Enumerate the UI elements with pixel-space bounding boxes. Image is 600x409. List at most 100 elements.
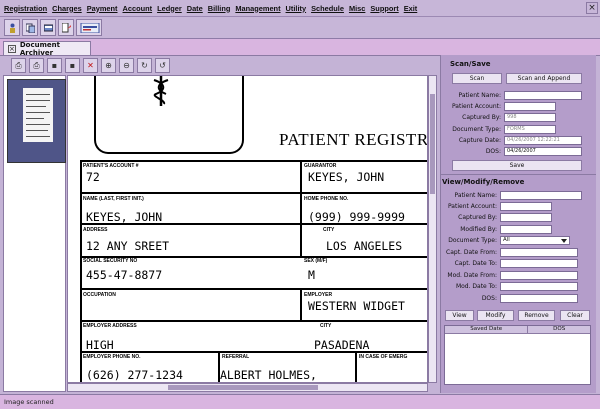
- rotate-left-icon[interactable]: ↺: [155, 57, 170, 73]
- capt-date-from-input[interactable]: [500, 248, 578, 257]
- document-type-label: Document Type:: [452, 126, 501, 133]
- batch-icon-glyph: [44, 24, 53, 32]
- menu-support[interactable]: Support: [370, 4, 398, 13]
- menu-payment[interactable]: Payment: [87, 4, 118, 13]
- charges-icon[interactable]: [22, 19, 38, 36]
- print-icon[interactable]: ⎙: [29, 57, 44, 73]
- menu-ledger[interactable]: Ledger: [157, 4, 182, 13]
- menu-schedule[interactable]: Schedule: [311, 4, 344, 13]
- status-text: Image scanned: [4, 398, 54, 406]
- captured-by-label: Captured By:: [462, 114, 501, 121]
- vm-captured-by-label: Captured By:: [458, 214, 497, 221]
- document-icon-glyph: [62, 23, 71, 33]
- print-icon[interactable]: [76, 19, 102, 36]
- vm-document-type-label: Document Type:: [448, 237, 497, 244]
- scan-button[interactable]: Scan: [452, 73, 502, 84]
- zoom-in-icon[interactable]: ⊕: [101, 57, 116, 73]
- scroll-thumb[interactable]: [430, 94, 435, 194]
- employer-value: WESTERN WIDGET: [308, 299, 405, 313]
- save-icon[interactable]: ▪: [47, 57, 62, 73]
- capture-date-label: Capture Date:: [458, 137, 501, 144]
- modify-button[interactable]: Modify: [477, 310, 514, 321]
- scroll-thumb[interactable]: [168, 385, 318, 390]
- vm-patient-account-input[interactable]: [500, 202, 552, 211]
- zoom-out-icon[interactable]: ⊖: [119, 57, 134, 73]
- employer-label: EMPLOYER: [304, 292, 333, 298]
- batch-icon[interactable]: [40, 19, 56, 36]
- close-tab-icon[interactable]: ×: [8, 44, 16, 53]
- menu-misc[interactable]: Misc: [349, 4, 365, 13]
- print-icon-glyph: [80, 23, 100, 33]
- viewer-toolbar: ⎙ ⎙ ▪ ▪ ✕ ⊕ ⊖ ↻ ↺: [3, 56, 435, 74]
- window-close-button[interactable]: ×: [586, 2, 598, 14]
- address-value: 12 ANY SREET: [86, 239, 170, 253]
- tab-document-archiver[interactable]: × Document Archiver: [3, 41, 91, 57]
- captured-by-input[interactable]: 998: [504, 113, 556, 122]
- form-rule: [80, 320, 427, 322]
- account-value: 72: [86, 170, 100, 184]
- page-thumbnail[interactable]: [7, 79, 66, 163]
- vm-captured-by-input[interactable]: [500, 213, 552, 222]
- form-rule: [80, 160, 82, 382]
- capt-date-to-label: Capt. Date To:: [454, 260, 497, 267]
- column-header-dos[interactable]: DOS: [528, 326, 590, 333]
- results-header: Saved Date DOS: [445, 326, 590, 334]
- patient-name-input[interactable]: [504, 91, 582, 100]
- thumbnail-panel[interactable]: [3, 75, 66, 392]
- results-table[interactable]: Saved Date DOS: [444, 325, 591, 385]
- ssn-label: SOCIAL SECURITY NO: [83, 258, 138, 264]
- menu-charges[interactable]: Charges: [52, 4, 82, 13]
- menu-exit[interactable]: Exit: [404, 4, 418, 13]
- vm-document-type-select[interactable]: All: [500, 236, 570, 245]
- guarantor-value: KEYES, JOHN: [308, 170, 385, 184]
- mod-date-from-input[interactable]: [500, 271, 578, 280]
- address-label: ADDRESS: [83, 227, 108, 233]
- occupation-label: OCCUPATION: [83, 292, 116, 298]
- dos-input[interactable]: 04/26/2007: [504, 147, 582, 156]
- rotate-right-icon[interactable]: ↻: [137, 57, 152, 73]
- form-rule: [300, 288, 302, 320]
- document-viewer[interactable]: PATIENT REGISTR PATIENT'S ACCOUNT # 72 G…: [67, 75, 428, 383]
- clear-button[interactable]: Clear: [560, 310, 590, 321]
- capt-date-from-label: Capt. Date From:: [446, 249, 497, 256]
- vm-document-type-value: All: [503, 237, 510, 243]
- patient-icon[interactable]: [4, 19, 20, 36]
- view-button[interactable]: View: [445, 310, 474, 321]
- form-rule: [80, 192, 427, 194]
- menu-date[interactable]: Date: [187, 4, 203, 13]
- scan-icon[interactable]: ⎙: [11, 57, 26, 73]
- viewer-vertical-scrollbar[interactable]: [428, 75, 437, 383]
- home-phone-value: (999) 999-9999: [308, 210, 405, 224]
- menu-billing[interactable]: Billing: [208, 4, 231, 13]
- menu-account[interactable]: Account: [123, 4, 153, 13]
- save-button[interactable]: Save: [452, 160, 582, 171]
- vm-patient-name-label: Patient Name:: [454, 192, 497, 199]
- city-label: CITY: [323, 227, 335, 233]
- vm-modified-by-input[interactable]: [500, 225, 552, 234]
- capture-date-input[interactable]: 04/26/2007 12:22:21: [504, 136, 582, 145]
- remove-button[interactable]: Remove: [518, 310, 555, 321]
- chevron-down-icon: [561, 239, 567, 243]
- vm-patient-name-input[interactable]: [500, 191, 582, 200]
- menu-management[interactable]: Management: [235, 4, 280, 13]
- form-rule: [80, 288, 427, 290]
- column-header-saved-date[interactable]: Saved Date: [445, 326, 529, 333]
- capt-date-to-input[interactable]: [500, 259, 578, 268]
- menu-registration[interactable]: Registration: [4, 4, 47, 13]
- delete-icon[interactable]: ✕: [83, 57, 98, 73]
- mod-date-to-input[interactable]: [500, 282, 578, 291]
- section-divider: [440, 174, 596, 175]
- viewer-horizontal-scrollbar[interactable]: [67, 383, 428, 392]
- dos-label: DOS:: [485, 148, 501, 155]
- vm-dos-input[interactable]: [500, 294, 578, 303]
- referral-value: ALBERT HOLMES,: [220, 368, 317, 382]
- document-type-input[interactable]: FORMS: [504, 125, 556, 134]
- document-icon[interactable]: [58, 19, 74, 36]
- sex-value: M: [308, 268, 315, 282]
- save-as-icon[interactable]: ▪: [65, 57, 80, 73]
- menu-utility[interactable]: Utility: [286, 4, 307, 13]
- employer-address-value: HIGH: [86, 338, 114, 352]
- form-rule: [80, 351, 427, 353]
- patient-account-input[interactable]: [504, 102, 556, 111]
- scan-append-button[interactable]: Scan and Append: [506, 73, 582, 84]
